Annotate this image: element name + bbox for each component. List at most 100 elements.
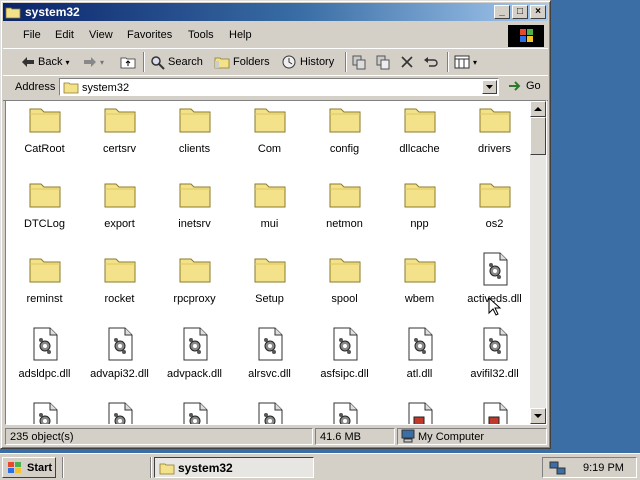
back-dropdown-icon[interactable]: ▾ bbox=[65, 58, 69, 67]
item-label: clients bbox=[178, 143, 211, 155]
forward-button[interactable]: ▾ bbox=[83, 53, 104, 71]
folder-item[interactable]: Com bbox=[232, 101, 307, 155]
folder-item[interactable]: rocket bbox=[82, 251, 157, 305]
file-list-pane[interactable]: CatRoot certsrv clients Com config dllcache dr… bbox=[5, 100, 547, 425]
folder-item[interactable]: DTCLog bbox=[7, 176, 82, 230]
toolbar-separator bbox=[143, 52, 145, 72]
file-item[interactable] bbox=[382, 401, 457, 424]
file-item[interactable]: adsldpc.dll bbox=[7, 326, 82, 380]
back-button[interactable]: Back ▾ bbox=[21, 53, 69, 71]
maximize-button[interactable]: □ bbox=[512, 5, 528, 19]
folder-item[interactable]: drivers bbox=[457, 101, 532, 155]
folder-item[interactable]: config bbox=[307, 101, 382, 155]
scroll-up-button[interactable] bbox=[530, 101, 546, 117]
dll-file-icon bbox=[333, 402, 357, 424]
window-title: system32 bbox=[25, 5, 80, 19]
dll-file-icon bbox=[33, 327, 57, 361]
menu-help[interactable]: Help bbox=[229, 29, 252, 41]
file-item[interactable]: advpack.dll bbox=[157, 326, 232, 380]
go-label: Go bbox=[526, 80, 541, 92]
folder-item[interactable]: export bbox=[82, 176, 157, 230]
file-item[interactable]: avifil32.dll bbox=[457, 326, 532, 380]
folder-item[interactable]: CatRoot bbox=[7, 101, 82, 155]
move-to-icon bbox=[352, 55, 366, 70]
folder-item[interactable]: npp bbox=[382, 176, 457, 230]
folder-item[interactable]: dllcache bbox=[382, 101, 457, 155]
file-item[interactable] bbox=[82, 401, 157, 424]
close-button[interactable]: × bbox=[530, 5, 546, 19]
dll-file-icon bbox=[408, 327, 432, 361]
history-button[interactable]: History bbox=[281, 53, 334, 71]
taskbar-window-button[interactable]: system32 bbox=[154, 457, 314, 478]
scroll-thumb[interactable] bbox=[530, 117, 546, 155]
arrow-down-icon bbox=[534, 414, 542, 418]
chevron-down-icon bbox=[486, 85, 493, 89]
folder-icon bbox=[404, 108, 435, 133]
menu-edit[interactable]: Edit bbox=[55, 29, 74, 41]
address-field[interactable]: system32 bbox=[59, 78, 499, 96]
search-button[interactable]: Search bbox=[150, 53, 203, 71]
folder-item[interactable]: Setup bbox=[232, 251, 307, 305]
file-item[interactable] bbox=[307, 401, 382, 424]
menu-tools[interactable]: Tools bbox=[188, 29, 214, 41]
file-item[interactable] bbox=[157, 401, 232, 424]
title-bar[interactable]: system32 _ □ × bbox=[3, 3, 548, 21]
folder-item[interactable]: os2 bbox=[457, 176, 532, 230]
folder-item[interactable]: inetsrv bbox=[157, 176, 232, 230]
file-item[interactable] bbox=[7, 401, 82, 424]
item-label: drivers bbox=[477, 143, 511, 155]
menu-favorites[interactable]: Favorites bbox=[127, 29, 172, 41]
folder-icon bbox=[329, 183, 360, 208]
forward-dropdown-icon[interactable]: ▾ bbox=[100, 58, 104, 67]
search-label: Search bbox=[168, 56, 203, 68]
file-item[interactable]: alrsvc.dll bbox=[232, 326, 307, 380]
folder-item[interactable]: spool bbox=[307, 251, 382, 305]
folder-item[interactable]: rpcproxy bbox=[157, 251, 232, 305]
folder-icon bbox=[329, 108, 360, 133]
dll-file-icon bbox=[33, 402, 57, 424]
file-item[interactable] bbox=[457, 401, 532, 424]
file-item[interactable]: atl.dll bbox=[382, 326, 457, 380]
folder-item[interactable]: netmon bbox=[307, 176, 382, 230]
go-button[interactable]: Go bbox=[507, 79, 541, 93]
folder-icon bbox=[5, 7, 21, 19]
views-dropdown-icon[interactable]: ▾ bbox=[473, 58, 477, 67]
network-icon[interactable] bbox=[549, 460, 567, 476]
file-item[interactable]: asfsipc.dll bbox=[307, 326, 382, 380]
address-value[interactable]: system32 bbox=[82, 82, 129, 94]
folder-item[interactable]: certsrv bbox=[82, 101, 157, 155]
status-size: 41.6 MB bbox=[315, 428, 395, 445]
back-label: Back bbox=[38, 56, 63, 68]
clock[interactable]: 9:19 PM bbox=[583, 462, 624, 474]
undo-icon bbox=[424, 57, 438, 67]
minimize-button[interactable]: _ bbox=[494, 5, 510, 19]
file-item[interactable]: advapi32.dll bbox=[82, 326, 157, 380]
my-computer-icon bbox=[401, 429, 415, 443]
views-button[interactable]: ▾ bbox=[454, 53, 477, 71]
copy-to-button[interactable] bbox=[375, 53, 391, 71]
dll-file-icon bbox=[258, 327, 282, 361]
folder-item[interactable]: clients bbox=[157, 101, 232, 155]
menu-file[interactable]: File bbox=[23, 29, 41, 41]
undo-button[interactable] bbox=[423, 53, 439, 71]
folder-item[interactable]: wbem bbox=[382, 251, 457, 305]
folder-icon bbox=[104, 108, 135, 133]
start-button[interactable]: Start bbox=[2, 457, 56, 478]
address-dropdown-button[interactable] bbox=[482, 80, 497, 94]
up-folder-button[interactable] bbox=[120, 53, 136, 71]
scroll-down-button[interactable] bbox=[530, 408, 546, 424]
dll-file-icon bbox=[333, 327, 357, 361]
back-arrow-icon bbox=[22, 57, 34, 67]
move-to-button[interactable] bbox=[351, 53, 367, 71]
toolbar-separator bbox=[345, 52, 347, 72]
taskbar-separator bbox=[62, 457, 64, 478]
vertical-scrollbar[interactable] bbox=[530, 101, 546, 424]
file-item[interactable] bbox=[232, 401, 307, 424]
folders-button[interactable]: Folders bbox=[214, 53, 270, 71]
menu-view[interactable]: View bbox=[89, 29, 113, 41]
folder-item[interactable]: mui bbox=[232, 176, 307, 230]
toolbar-separator bbox=[447, 52, 449, 72]
delete-button[interactable] bbox=[400, 53, 414, 71]
folder-item[interactable]: reminst bbox=[7, 251, 82, 305]
folder-icon bbox=[29, 183, 60, 208]
